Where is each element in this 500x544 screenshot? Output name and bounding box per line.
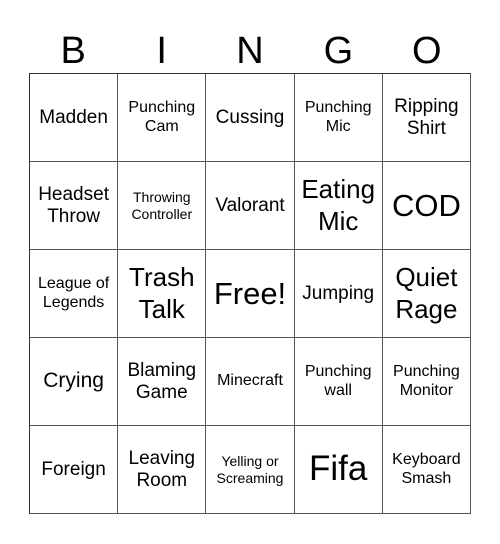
bingo-cell[interactable]: Ripping Shirt [382, 74, 471, 162]
bingo-cell[interactable]: Blaming Game [118, 338, 207, 426]
bingo-cell[interactable]: Punching Monitor [382, 338, 471, 426]
bingo-cell[interactable]: Punching Mic [294, 74, 383, 162]
bingo-cell[interactable]: Keyboard Smash [382, 426, 471, 514]
bingo-cell[interactable]: Crying [30, 338, 119, 426]
bingo-cell[interactable]: Yelling or Screaming [206, 426, 295, 514]
bingo-cell[interactable]: Headset Throw [30, 162, 119, 250]
bingo-cell[interactable]: Punching Cam [118, 74, 207, 162]
bingo-cell[interactable]: Valorant [206, 162, 295, 250]
header-letter-g: G [323, 30, 354, 72]
header-letter-o: O [412, 30, 442, 72]
bingo-cell[interactable]: Throwing Controller [118, 162, 207, 250]
bingo-cell[interactable]: Madden [30, 74, 119, 162]
bingo-cell[interactable]: Punching wall [294, 338, 383, 426]
bingo-cell[interactable]: Eating Mic [294, 162, 383, 250]
bingo-cell[interactable]: COD [382, 162, 471, 250]
bingo-card: Madden Punching Cam Cussing Punching Mic… [29, 73, 471, 514]
bingo-header: B I N G O [29, 28, 471, 74]
bingo-cell[interactable]: Foreign [30, 426, 119, 514]
header-letter-b: B [60, 30, 86, 72]
bingo-cell[interactable]: Jumping [294, 250, 383, 338]
header-letter-i: I [156, 30, 167, 72]
bingo-free-space[interactable]: Free! [206, 250, 295, 338]
bingo-cell[interactable]: Quiet Rage [382, 250, 471, 338]
bingo-cell[interactable]: League of Legends [30, 250, 119, 338]
header-letter-n: N [236, 30, 264, 72]
bingo-cell[interactable]: Trash Talk [118, 250, 207, 338]
bingo-cell[interactable]: Cussing [206, 74, 295, 162]
bingo-cell[interactable]: Minecraft [206, 338, 295, 426]
bingo-cell[interactable]: Leaving Room [118, 426, 207, 514]
bingo-cell[interactable]: Fifa [294, 426, 383, 514]
